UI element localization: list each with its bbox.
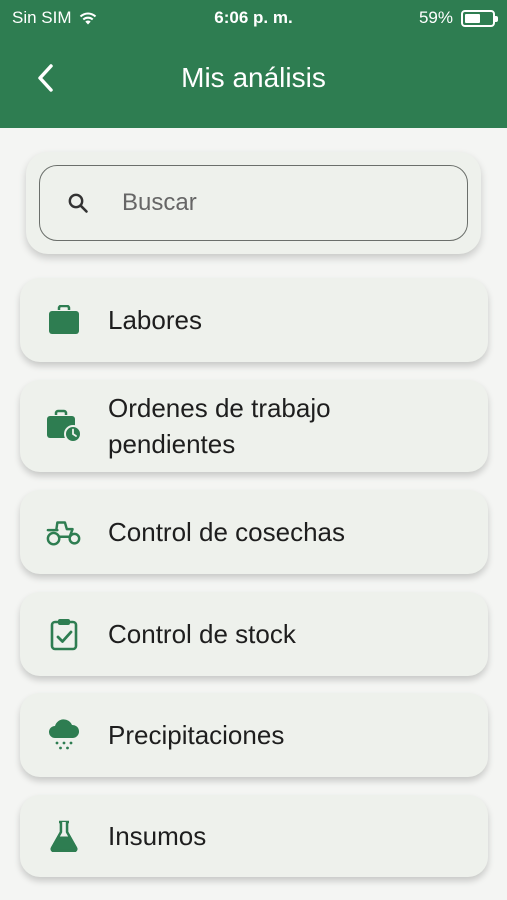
menu-item-label: Control de stock	[108, 619, 296, 649]
menu-item-control-de-cosechas[interactable]: Control de cosechas	[20, 490, 488, 574]
menu-item-ordenes-de-trabajo[interactable]: Ordenes de trabajo pendientes	[20, 380, 488, 472]
menu-item-precipitaciones[interactable]: Precipitaciones	[20, 693, 488, 777]
status-right: 59%	[418, 8, 498, 28]
menu-item-insumos[interactable]: Insumos	[20, 795, 488, 877]
clipboard-check-icon	[46, 616, 82, 652]
rain-cloud-icon	[46, 717, 82, 753]
status-bar: Sin SIM 6:06 p. m. 59%	[0, 0, 507, 34]
menu-item-label: Labores	[108, 305, 202, 335]
menu-item-label: Insumos	[108, 821, 207, 851]
page-title: Mis análisis	[181, 62, 326, 93]
app-header: Mis análisis	[0, 34, 507, 128]
menu-item-label: Precipitaciones	[108, 720, 285, 750]
menu-item-label: Ordenes de trabajo pendientes	[108, 393, 331, 459]
battery-percent: 59%	[418, 8, 453, 27]
search-card	[26, 152, 481, 254]
search-icon	[66, 191, 90, 215]
menu-item-control-de-stock[interactable]: Control de stock	[20, 592, 488, 676]
battery-icon	[461, 9, 498, 27]
briefcase-icon	[46, 302, 82, 338]
search-input[interactable]	[122, 189, 442, 217]
battery-level	[465, 13, 481, 23]
menu-item-label: Control de cosechas	[108, 517, 346, 547]
briefcase-clock-icon	[46, 408, 82, 444]
tractor-icon	[46, 514, 82, 550]
flask-icon	[46, 818, 82, 854]
search-box[interactable]	[39, 165, 468, 241]
menu-item-labores[interactable]: Labores	[20, 278, 488, 362]
